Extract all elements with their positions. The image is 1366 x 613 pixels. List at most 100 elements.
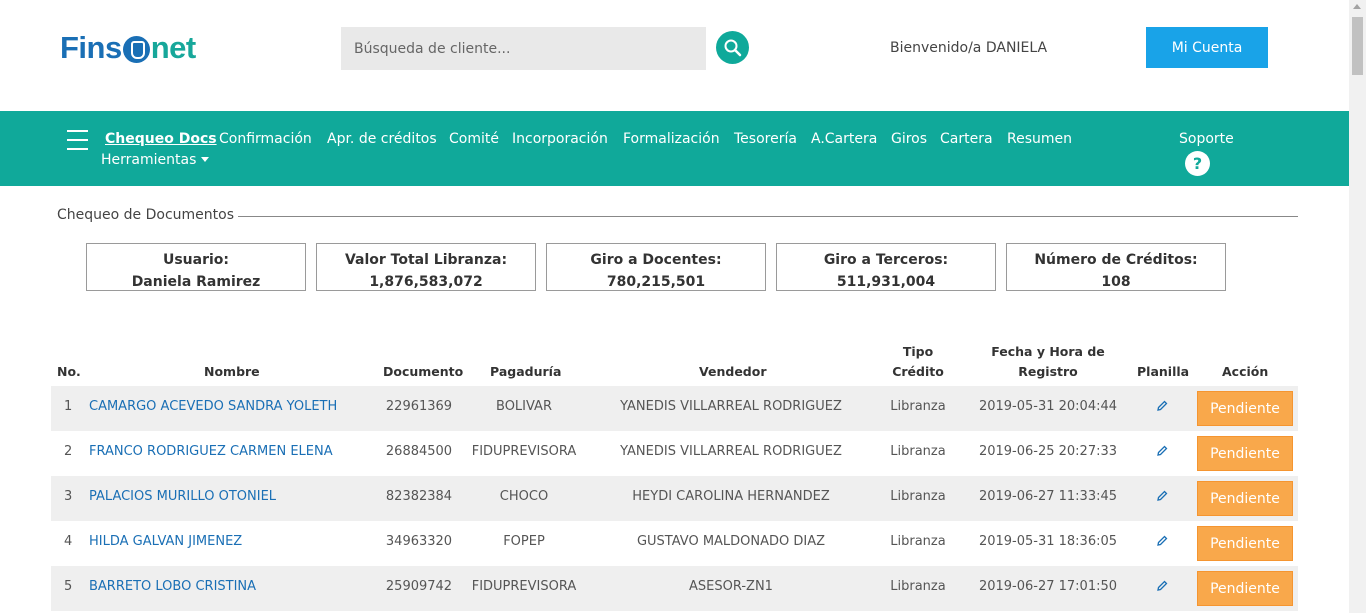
- logo-text-part2: net: [150, 30, 197, 65]
- help-question-icon[interactable]: ?: [1185, 151, 1210, 176]
- stat-numero-creditos: Número de Créditos: 108: [1006, 243, 1226, 291]
- cell-fecha: 2019-06-27 17:01:50: [978, 579, 1118, 594]
- cell-nombre-link[interactable]: HILDA GALVAN JIMENEZ: [89, 534, 242, 549]
- cell-fecha: 2019-05-31 18:36:05: [978, 534, 1118, 549]
- nav-herramientas-dropdown[interactable]: Herramientas: [101, 152, 210, 168]
- nav-cartera[interactable]: Cartera: [940, 131, 993, 147]
- th-vendedor: Vendedor: [699, 364, 767, 379]
- pendiente-button[interactable]: Pendiente: [1197, 436, 1293, 471]
- stat-giro-docentes: Giro a Docentes: 780,215,501: [546, 243, 766, 291]
- cell-documento: 26884500: [385, 444, 453, 459]
- cell-nombre-link[interactable]: FRANCO RODRIGUEZ CARMEN ELENA: [89, 444, 333, 459]
- pencil-edit-icon[interactable]: [1156, 400, 1168, 412]
- nav-a-cartera[interactable]: A.Cartera: [811, 131, 877, 147]
- th-pagaduria: Pagaduría: [490, 364, 562, 379]
- table-row: 5 BARRETO LOBO CRISTINA 25909742 FIDUPRE…: [51, 566, 1298, 611]
- nav-confirmacion[interactable]: Confirmación: [219, 131, 312, 147]
- cell-vendedor: YANEDIS VILLARREAL RODRIGUEZ: [620, 399, 842, 414]
- cell-documento: 22961369: [385, 399, 453, 414]
- cell-no: 2: [64, 444, 73, 459]
- stat-label: Usuario:: [162, 252, 230, 268]
- cell-nombre-link[interactable]: CAMARGO ACEVEDO SANDRA YOLETH: [89, 399, 337, 414]
- hamburger-menu-icon[interactable]: [67, 130, 88, 150]
- th-fecha-line1: Fecha y Hora de: [991, 344, 1105, 359]
- stat-value: 108: [1101, 274, 1131, 290]
- pencil-edit-icon[interactable]: [1156, 490, 1168, 502]
- stat-value: Daniela Ramirez: [131, 274, 261, 290]
- pencil-edit-icon[interactable]: [1156, 580, 1168, 592]
- cell-vendedor: ASESOR-ZN1: [689, 579, 773, 594]
- table-row: 3 PALACIOS MURILLO OTONIEL 82382384 CHOC…: [51, 476, 1298, 521]
- stat-label: Número de Créditos:: [1034, 252, 1198, 268]
- cell-tipo: Libranza: [890, 399, 946, 414]
- th-tipo-line1: Tipo: [902, 344, 934, 359]
- page-scrollbar[interactable]: [1349, 0, 1366, 613]
- nav-tesoreria[interactable]: Tesorería: [734, 131, 797, 147]
- my-account-button[interactable]: Mi Cuenta: [1146, 27, 1268, 68]
- cell-no: 5: [64, 579, 73, 594]
- pendiente-button[interactable]: Pendiente: [1197, 526, 1293, 561]
- logo-text-part1: Fins: [60, 30, 122, 65]
- cell-pagaduria: FIDUPREVISORA: [471, 444, 577, 459]
- pendiente-button[interactable]: Pendiente: [1197, 481, 1293, 516]
- cell-tipo: Libranza: [890, 444, 946, 459]
- nav-resumen[interactable]: Resumen: [1007, 131, 1072, 147]
- welcome-text: Bienvenido/a DANIELA: [890, 40, 1048, 56]
- th-accion: Acción: [1222, 364, 1269, 379]
- finsonet-logo[interactable]: Fins net: [60, 30, 196, 66]
- scroll-thumb[interactable]: [1352, 17, 1363, 75]
- cell-no: 1: [64, 399, 73, 414]
- nav-giros[interactable]: Giros: [891, 131, 927, 147]
- client-search-input[interactable]: [341, 27, 706, 70]
- stat-usuario: Usuario: Daniela Ramirez: [86, 243, 306, 291]
- herramientas-label: Herramientas: [101, 152, 197, 168]
- cell-nombre-link[interactable]: BARRETO LOBO CRISTINA: [89, 579, 256, 594]
- pendiente-button[interactable]: Pendiente: [1197, 571, 1293, 606]
- stat-valor-total-libranza: Valor Total Libranza: 1,876,583,072: [316, 243, 536, 291]
- cell-pagaduria: FIDUPREVISORA: [471, 579, 577, 594]
- th-no: No.: [57, 364, 81, 379]
- section-title: Chequeo de Documentos: [57, 207, 234, 223]
- cell-nombre-link[interactable]: PALACIOS MURILLO OTONIEL: [89, 489, 276, 504]
- cell-vendedor: GUSTAVO MALDONADO DIAZ: [636, 534, 826, 549]
- cell-vendedor: YANEDIS VILLARREAL RODRIGUEZ: [620, 444, 842, 459]
- stat-giro-terceros: Giro a Terceros: 511,931,004: [776, 243, 996, 291]
- cell-tipo: Libranza: [890, 534, 946, 549]
- nav-comite[interactable]: Comité: [449, 131, 499, 147]
- cell-documento: 25909742: [385, 579, 453, 594]
- table-row: 4 HILDA GALVAN JIMENEZ 34963320 FOPEP GU…: [51, 521, 1298, 566]
- header: Fins net Bienvenido/a DANIELA Mi Cuenta: [0, 0, 1349, 111]
- nav-incorporacion[interactable]: Incorporación: [512, 131, 608, 147]
- scroll-up-arrow-icon[interactable]: [1353, 4, 1361, 9]
- pencil-edit-icon[interactable]: [1156, 445, 1168, 457]
- th-fecha-registro: Fecha y Hora de Registro: [986, 342, 1110, 382]
- cell-pagaduria: BOLIVAR: [496, 399, 552, 414]
- stat-label: Giro a Docentes:: [590, 252, 722, 268]
- nav-soporte[interactable]: Soporte: [1179, 131, 1234, 147]
- stat-label: Giro a Terceros:: [823, 252, 949, 268]
- caret-down-icon: [201, 157, 210, 162]
- stat-label: Valor Total Libranza:: [344, 252, 508, 268]
- cell-documento: 82382384: [385, 489, 453, 504]
- search-button[interactable]: [716, 31, 749, 64]
- logo-hand-icon: [122, 35, 150, 63]
- cell-documento: 34963320: [385, 534, 453, 549]
- stat-value: 1,876,583,072: [369, 274, 483, 290]
- cell-fecha: 2019-06-27 11:33:45: [978, 489, 1118, 504]
- pencil-edit-icon[interactable]: [1156, 535, 1168, 547]
- nav-chequeo-docs[interactable]: Chequeo Docs: [105, 131, 217, 147]
- th-nombre: Nombre: [204, 364, 260, 379]
- th-tipo-line2: Crédito: [892, 364, 944, 379]
- th-tipo-credito: Tipo Crédito: [880, 342, 956, 382]
- th-fecha-line2: Registro: [1018, 364, 1078, 379]
- nav-formalizacion[interactable]: Formalización: [623, 131, 720, 147]
- cell-fecha: 2019-05-31 20:04:44: [978, 399, 1118, 414]
- th-planilla: Planilla: [1137, 364, 1190, 379]
- table-row: 1 CAMARGO ACEVEDO SANDRA YOLETH 22961369…: [51, 386, 1298, 431]
- pendiente-button[interactable]: Pendiente: [1197, 391, 1293, 426]
- section-divider: [238, 216, 1298, 217]
- nav-apr-creditos[interactable]: Apr. de créditos: [327, 131, 437, 147]
- table-row: 2 FRANCO RODRIGUEZ CARMEN ELENA 26884500…: [51, 431, 1298, 476]
- cell-no: 3: [64, 489, 73, 504]
- cell-pagaduria: FOPEP: [503, 534, 545, 549]
